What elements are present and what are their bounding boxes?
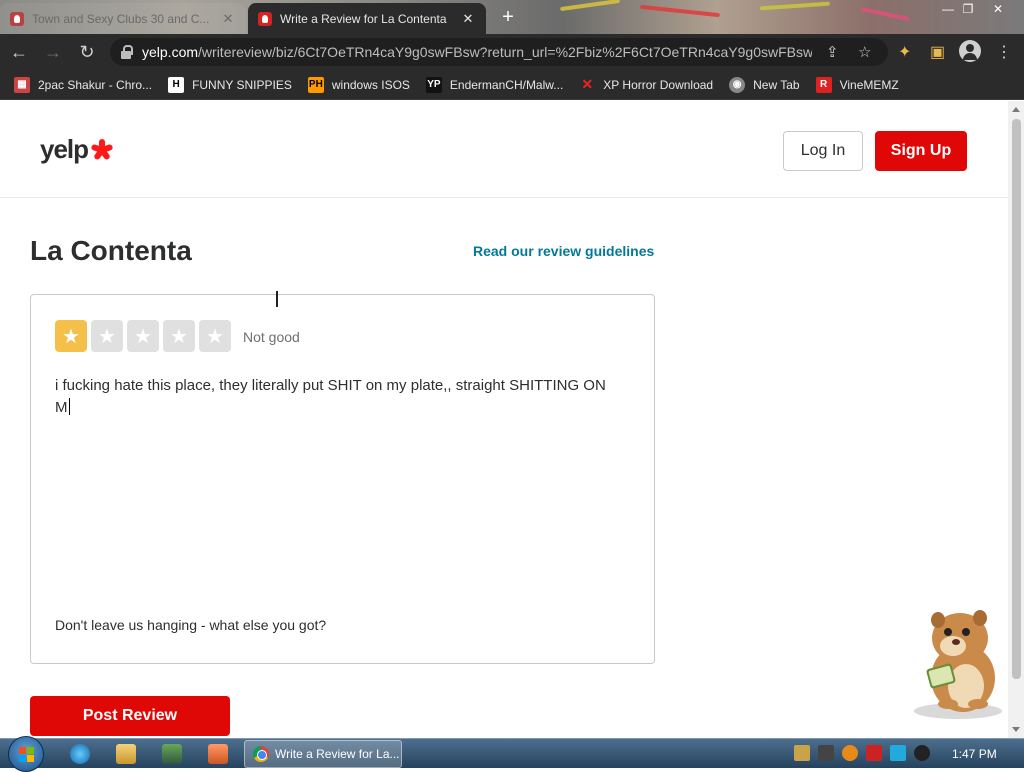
- bookmark-item[interactable]: ◉ New Tab: [729, 76, 800, 93]
- extensions-puzzle-icon[interactable]: ✦: [898, 42, 911, 62]
- site-header: yelp Log In Sign Up: [0, 101, 1008, 198]
- web-page: yelp Log In Sign Up La Contenta Read our…: [0, 101, 1008, 738]
- tab-inactive[interactable]: Town and Sexy Clubs 30 and C... ✕: [0, 3, 246, 34]
- bookmark-label: 2pac Shakur - Chro...: [38, 77, 153, 92]
- taskbar-chrome-window[interactable]: Write a Review for La...: [244, 740, 402, 768]
- url-path: /writereview/biz/6Ct7OeTRn4caY9g0swFBsw?…: [198, 44, 812, 60]
- paint-app-icon[interactable]: [208, 744, 228, 764]
- text-caret: [68, 398, 70, 415]
- url-domain: yelp.com: [142, 44, 199, 60]
- yelp-favicon-icon: [258, 11, 272, 26]
- tray-flag-icon[interactable]: [866, 745, 882, 761]
- scroll-up-arrow-icon[interactable]: [1012, 107, 1020, 112]
- tab-title: Write a Review for La Contenta: [280, 11, 447, 26]
- profile-avatar-icon[interactable]: [959, 40, 981, 62]
- calendar-icon: ▦: [14, 76, 30, 93]
- page-scrollbar[interactable]: [1008, 101, 1024, 738]
- review-text[interactable]: i fucking hate this place, they literall…: [55, 375, 615, 419]
- url-text: yelp.com/writereview/biz/6Ct7OeTRn4caY9g…: [142, 44, 812, 60]
- star-1-icon[interactable]: ★: [55, 320, 87, 352]
- tray-app-icon[interactable]: [794, 745, 810, 761]
- review-text-content: i fucking hate this place, they literall…: [55, 377, 606, 416]
- bookmark-label: EndermanCH/Malw...: [449, 77, 564, 92]
- bookmark-item[interactable]: ✕ XP Horror Download: [579, 76, 714, 93]
- review-prompt: Don't leave us hanging - what else you g…: [55, 617, 327, 633]
- browser-tab-strip: Town and Sexy Clubs 30 and C... ✕ Write …: [0, 0, 1024, 34]
- star-2-icon[interactable]: ★: [91, 320, 123, 352]
- business-title: La Contenta: [30, 235, 192, 266]
- globe-icon: ◉: [729, 76, 746, 93]
- yp-icon: YP: [425, 76, 442, 93]
- logo-wordmark: yelp: [40, 134, 89, 164]
- taskbar-window-title: Write a Review for La...: [275, 747, 400, 761]
- restore-icon[interactable]: ❐: [954, 0, 982, 18]
- start-button-icon[interactable]: [8, 736, 44, 772]
- side-panel-icon[interactable]: ▣: [930, 42, 945, 62]
- share-icon[interactable]: ⇪: [826, 43, 839, 61]
- star-3-icon[interactable]: ★: [127, 320, 159, 352]
- tray-volume-icon[interactable]: [914, 745, 930, 761]
- windows-taskbar: Write a Review for La... 1:47 PM: [0, 736, 1024, 772]
- file-explorer-icon[interactable]: [116, 744, 136, 764]
- yelp-burst-icon: [90, 136, 114, 164]
- bookmark-item[interactable]: R VineMEMZ: [815, 76, 899, 93]
- star-5-icon[interactable]: ★: [199, 320, 231, 352]
- menu-dots-icon[interactable]: ⋮: [996, 42, 1012, 62]
- decorative-paint: [560, 0, 620, 12]
- tab-title: Town and Sexy Clubs 30 and C...: [32, 11, 210, 26]
- log-in-button[interactable]: Log In: [783, 131, 863, 171]
- bookmark-label: New Tab: [753, 77, 800, 92]
- bookmark-label: XP Horror Download: [603, 77, 714, 92]
- chrome-icon: [253, 746, 269, 762]
- close-window-icon[interactable]: ✕: [984, 0, 1012, 18]
- bookmark-item[interactable]: ▦ 2pac Shakur - Chro...: [14, 76, 153, 93]
- tray-network-icon[interactable]: [890, 745, 906, 761]
- forward-arrow-icon[interactable]: →: [38, 37, 68, 67]
- internet-explorer-icon[interactable]: [70, 744, 90, 764]
- tab-close-icon[interactable]: ✕: [220, 11, 236, 27]
- star-4-icon[interactable]: ★: [163, 320, 195, 352]
- decorative-paint: [640, 4, 720, 18]
- bookmark-item[interactable]: PH windows ISOS: [307, 76, 410, 93]
- bookmark-item[interactable]: H FUNNY SNIPPIES: [168, 76, 292, 93]
- tab-favicon-icon: [10, 11, 24, 26]
- review-textarea[interactable]: ★ ★ ★ ★ ★ Not good i fucking hate this p…: [30, 294, 655, 664]
- tray-checkmark-icon[interactable]: [818, 745, 834, 761]
- bookmark-item[interactable]: YP EndermanCH/Malw...: [425, 76, 564, 93]
- reload-icon[interactable]: ↻: [72, 37, 102, 67]
- browser-toolbar: ← → ↻ yelp.com/writereview/biz/6Ct7OeTRn…: [0, 34, 1024, 70]
- scroll-thumb[interactable]: [1012, 119, 1021, 679]
- tab-active[interactable]: Write a Review for La Contenta ✕: [248, 3, 486, 34]
- tab-close-icon[interactable]: ✕: [460, 11, 476, 27]
- ph-icon: PH: [307, 76, 324, 93]
- bookmark-label: windows ISOS: [331, 77, 410, 92]
- address-bar[interactable]: yelp.com/writereview/biz/6Ct7OeTRn4caY9g…: [110, 38, 888, 66]
- star-rating[interactable]: ★ ★ ★ ★ ★: [55, 320, 235, 352]
- r-letter-icon: R: [815, 76, 832, 93]
- post-review-button[interactable]: Post Review: [30, 696, 230, 736]
- review-guidelines-link[interactable]: Read our review guidelines: [473, 243, 654, 259]
- bookmark-label: FUNNY SNIPPIES: [192, 77, 292, 92]
- decorative-paint: [860, 6, 910, 22]
- decorative-paint: [759, 1, 831, 11]
- lock-icon: [120, 45, 133, 59]
- bookmark-star-icon[interactable]: ☆: [858, 43, 871, 61]
- bookmarks-bar: ▦ 2pac Shakur - Chro... H FUNNY SNIPPIES…: [0, 70, 1024, 100]
- scroll-down-arrow-icon[interactable]: [1012, 727, 1020, 732]
- x-icon: ✕: [581, 76, 594, 92]
- bookmark-label: VineMEMZ: [839, 77, 899, 92]
- taskbar-clock[interactable]: 1:47 PM: [952, 747, 997, 761]
- rating-label: Not good: [243, 329, 300, 345]
- hamster-mascot-icon: [914, 610, 1002, 719]
- yelp-logo[interactable]: yelp: [40, 134, 114, 165]
- tray-search-icon[interactable]: [842, 745, 858, 761]
- new-tab-plus-icon[interactable]: +: [497, 6, 519, 28]
- mouse-ibeam-cursor: [276, 291, 278, 307]
- media-player-icon[interactable]: [162, 744, 182, 764]
- back-arrow-icon[interactable]: ←: [4, 37, 34, 67]
- sign-up-button[interactable]: Sign Up: [875, 131, 967, 171]
- h-letter-icon: H: [168, 76, 185, 93]
